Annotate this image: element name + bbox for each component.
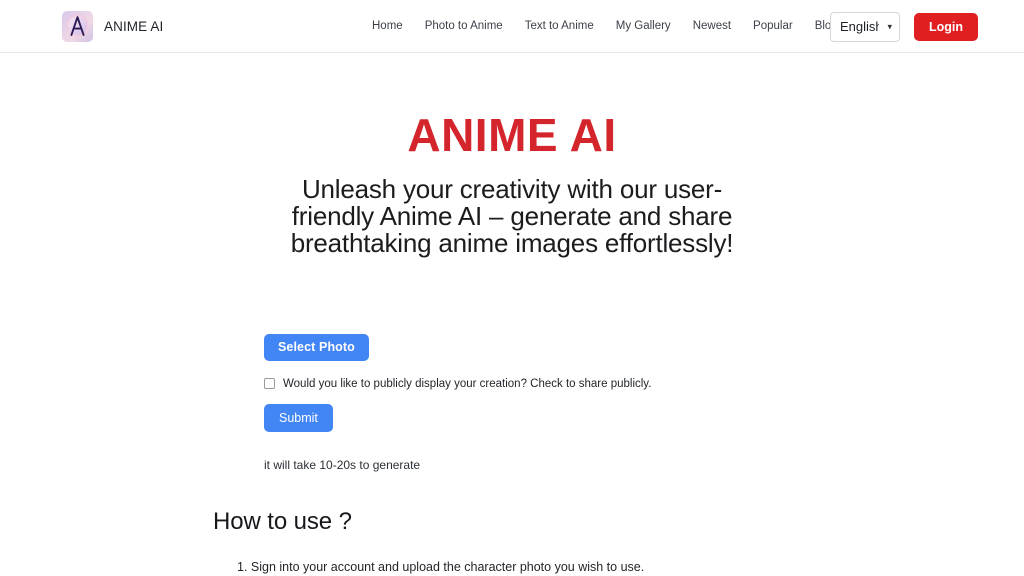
upload-form: Select Photo Would you like to publicly … — [0, 333, 1024, 472]
how-to-use-section: How to use ? 1. Sign into your account a… — [0, 508, 1024, 576]
submit-button[interactable]: Submit — [264, 403, 333, 432]
list-item: 1. Sign into your account and upload the… — [237, 559, 645, 574]
site-header: ANIME AI Home Photo to Anime Text to Ani… — [0, 0, 1024, 53]
nav-item-my-gallery[interactable]: My Gallery — [605, 0, 682, 53]
hero-subtitle: Unleash your creativity with our user-fr… — [290, 173, 734, 259]
page-title: ANIME AI — [407, 109, 617, 161]
nav-item-text-to-anime[interactable]: Text to Anime — [514, 0, 605, 53]
anime-ai-logo-icon — [62, 11, 93, 42]
language-select[interactable]: English — [829, 11, 900, 42]
nav-item-popular[interactable]: Popular — [742, 0, 804, 53]
nav-item-newest[interactable]: Newest — [682, 0, 742, 53]
login-button[interactable]: Login — [913, 12, 978, 41]
nav-item-photo-to-anime[interactable]: Photo to Anime — [414, 0, 514, 53]
hero-section: ANIME AI Unleash your creativity with ou… — [0, 53, 1024, 258]
how-to-use-title: How to use ? — [213, 507, 352, 535]
generation-time-hint: it will take 10-20s to generate — [264, 457, 421, 472]
language-select-wrapper: English ▾ — [829, 11, 900, 42]
main-navigation: Home Photo to Anime Text to Anime My Gal… — [372, 0, 906, 53]
nav-item-home[interactable]: Home — [372, 0, 414, 53]
brand-logo-link[interactable]: ANIME AI — [62, 11, 163, 42]
header-actions: English ▾ Login — [829, 0, 978, 53]
public-share-row: Would you like to publicly display your … — [264, 378, 1024, 390]
brand-name: ANIME AI — [104, 19, 164, 34]
select-photo-button[interactable]: Select Photo — [264, 333, 369, 361]
public-share-label: Would you like to publicly display your … — [283, 377, 652, 390]
how-to-use-list: 1. Sign into your account and upload the… — [213, 558, 1024, 576]
public-share-checkbox[interactable] — [264, 378, 275, 390]
